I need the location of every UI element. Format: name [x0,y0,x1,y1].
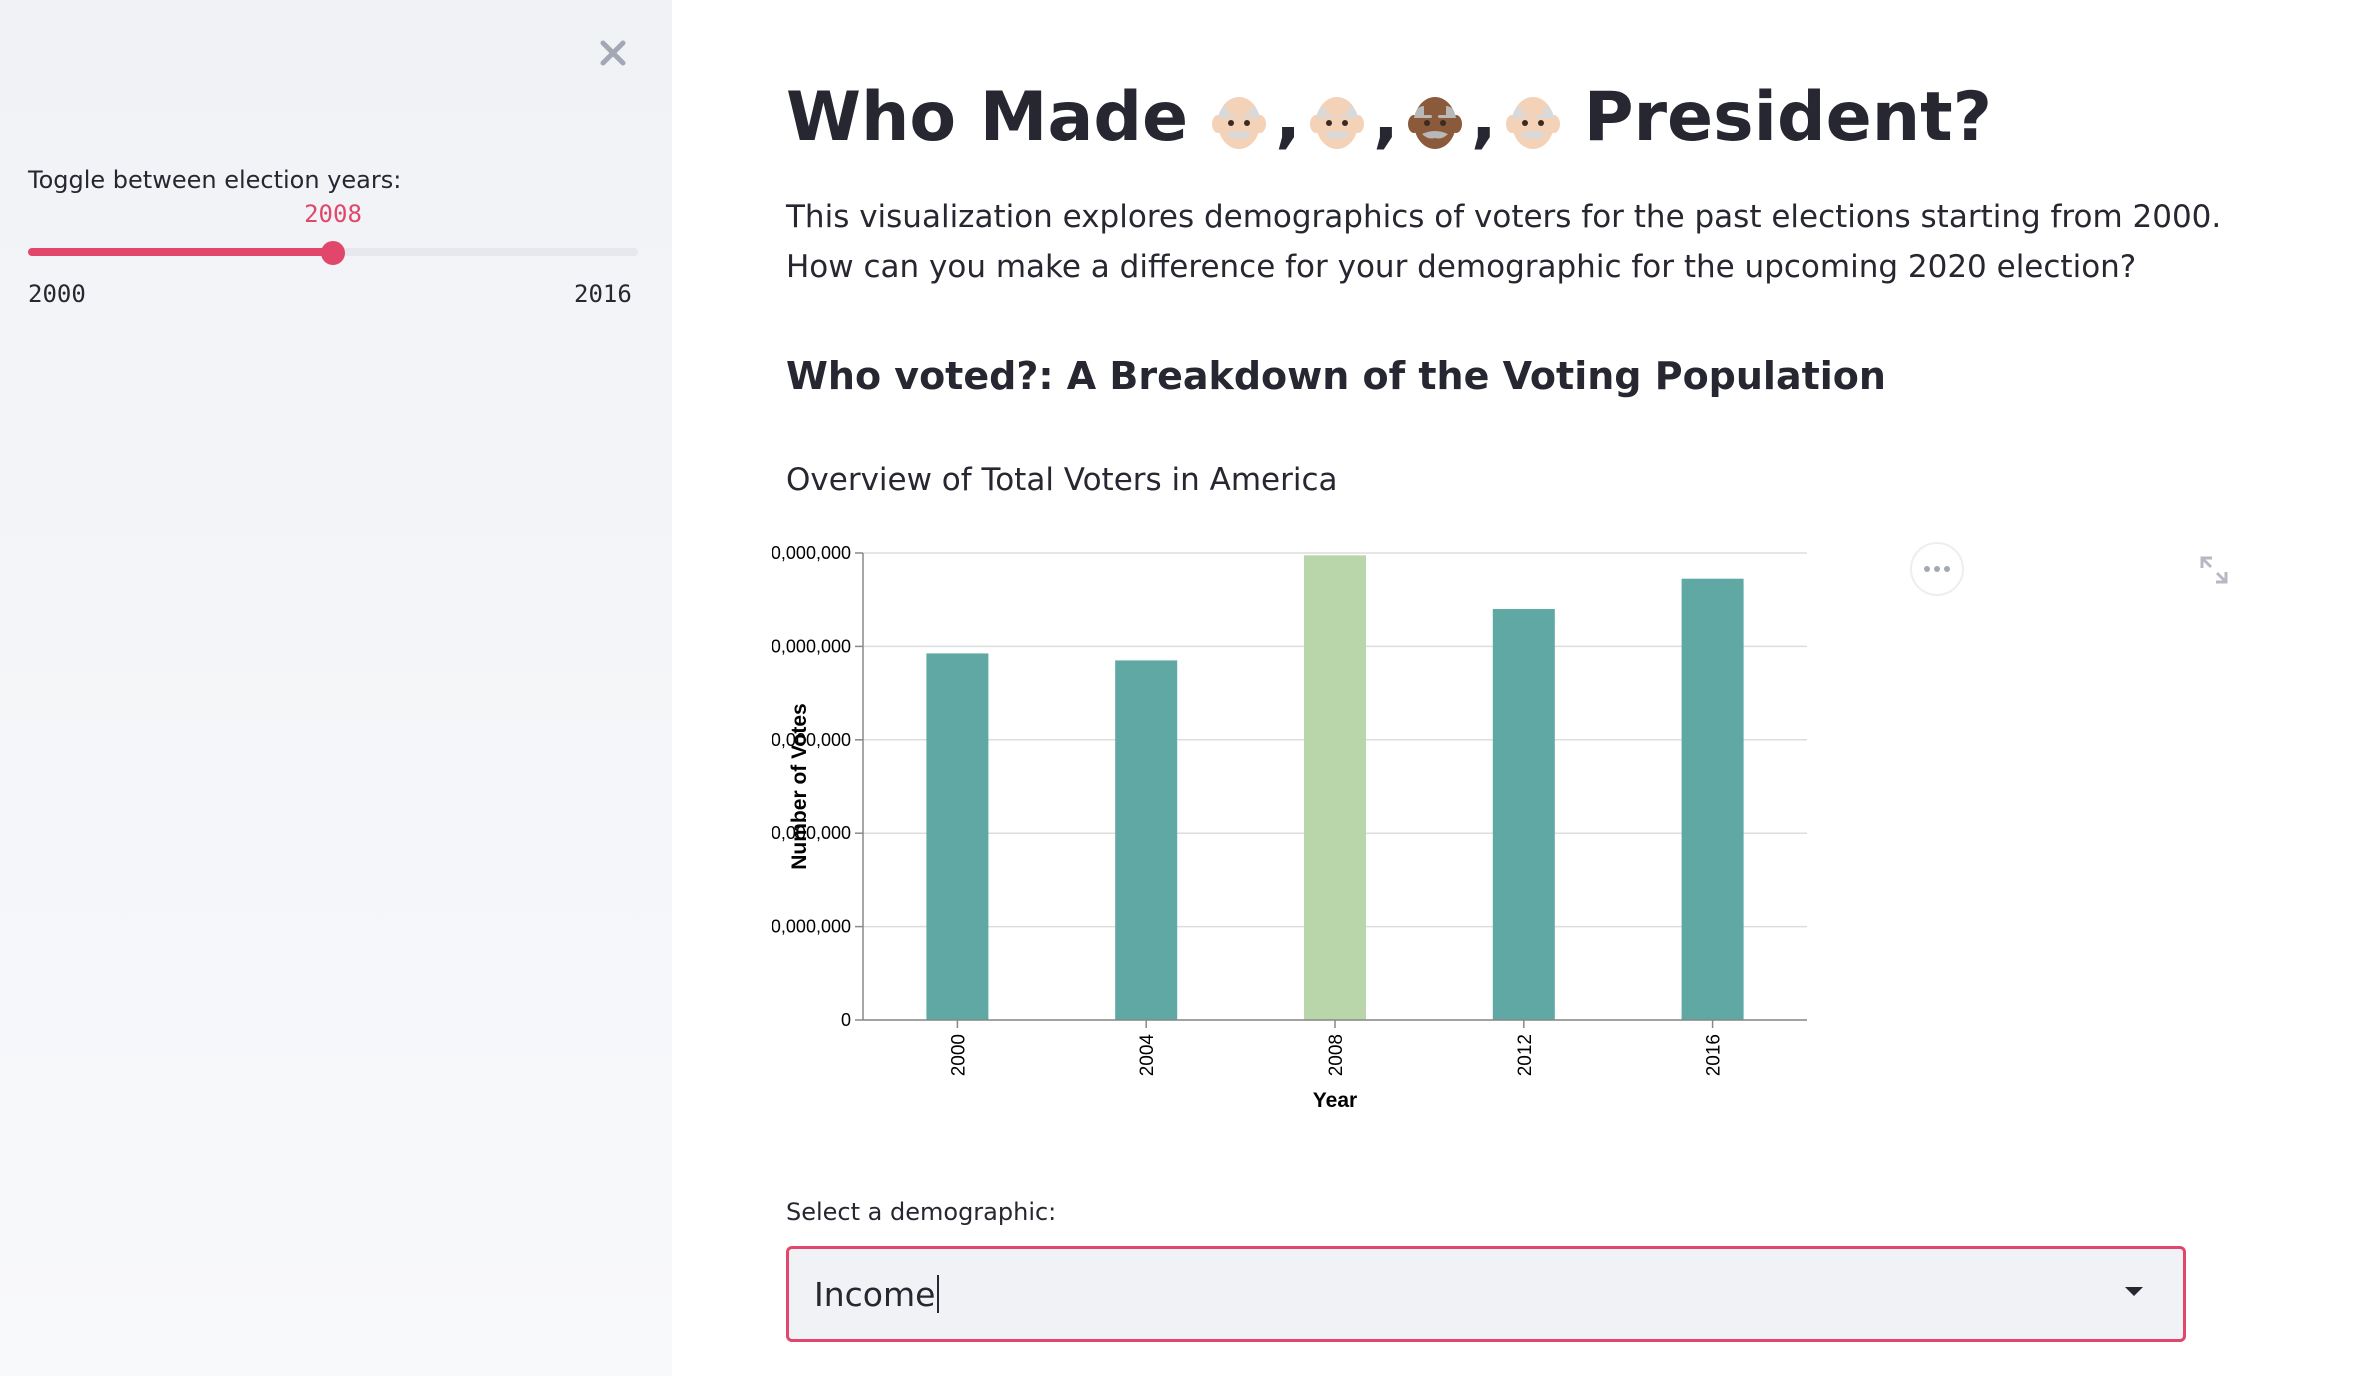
more-horizontal-icon [1924,566,1950,572]
year-slider-max: 2016 [574,280,632,308]
chevron-down-icon[interactable] [2125,1287,2143,1296]
title-suffix: President? [1583,78,1993,157]
bar-2016 [1681,578,1744,1020]
bar-2008 [1304,555,1366,1020]
section-subheader: Who voted?: A Breakdown of the Voting Po… [786,354,1886,398]
old-man-light-skin-icon [1505,97,1560,150]
old-man-light-skin-icon [1310,97,1364,150]
title-faces: ,,, [1206,78,1566,157]
y-tick-label: 800,000,000 [772,636,851,656]
title-comma: , [1275,78,1301,157]
chart-caption: Overview of Total Voters in America [786,462,1338,498]
title-comma: , [1470,78,1497,157]
y-tick-label: 400,000,000 [772,823,851,843]
title-comma: , [1373,78,1399,157]
y-tick-label: 0 [841,1010,851,1030]
x-tick-label: 2008 [1326,1034,1347,1076]
y-tick-label: 1,000,000,000 [772,543,851,563]
year-slider-value: 2008 [304,200,362,228]
page-title: Who Made ,,, President? [786,78,1992,157]
y-tick-label: 600,000,000 [772,730,851,750]
bar-2012 [1492,609,1555,1020]
x-tick-label: 2000 [948,1034,969,1076]
bar-2000 [926,653,989,1020]
expand-icon [2200,556,2228,584]
main-content: Who Made ,,, President? This visualizati… [672,0,2376,1376]
y-axis-title: Number of Votes [788,703,811,869]
intro-text: This visualization explores demographics… [786,199,2222,285]
demographic-select[interactable]: Income [786,1246,2186,1342]
x-tick-label: 2004 [1137,1034,1158,1077]
chart-menu-button[interactable] [1910,542,1964,596]
y-tick-label: 200,000,000 [772,917,851,937]
title-prefix: Who Made [786,78,1189,157]
old-man-dark-skin-icon [1407,97,1462,150]
x-tick-label: 2012 [1515,1034,1536,1076]
year-slider-fill [28,248,333,256]
x-tick-label: 2016 [1704,1034,1725,1076]
total-voters-bar-chart: 0 200,000,000 400,000,000 600,000,000 800,00… [772,543,1807,1112]
bar-2004 [1115,660,1178,1020]
year-slider-label: Toggle between election years: [28,166,402,194]
sidebar: Toggle between election years: 2008 2000… [0,0,672,1376]
year-slider-thumb[interactable] [321,241,345,265]
x-axis-title: Year [1313,1089,1357,1112]
text-cursor [937,1275,940,1313]
demographic-select-label: Select a demographic: [786,1198,1057,1226]
close-sidebar-button[interactable] [592,32,634,74]
old-man-light-skin-icon [1212,97,1267,150]
close-icon [600,40,626,66]
year-slider-min: 2000 [28,280,86,308]
demographic-select-value: Income [814,1274,936,1314]
fullscreen-button[interactable] [2196,552,2232,588]
